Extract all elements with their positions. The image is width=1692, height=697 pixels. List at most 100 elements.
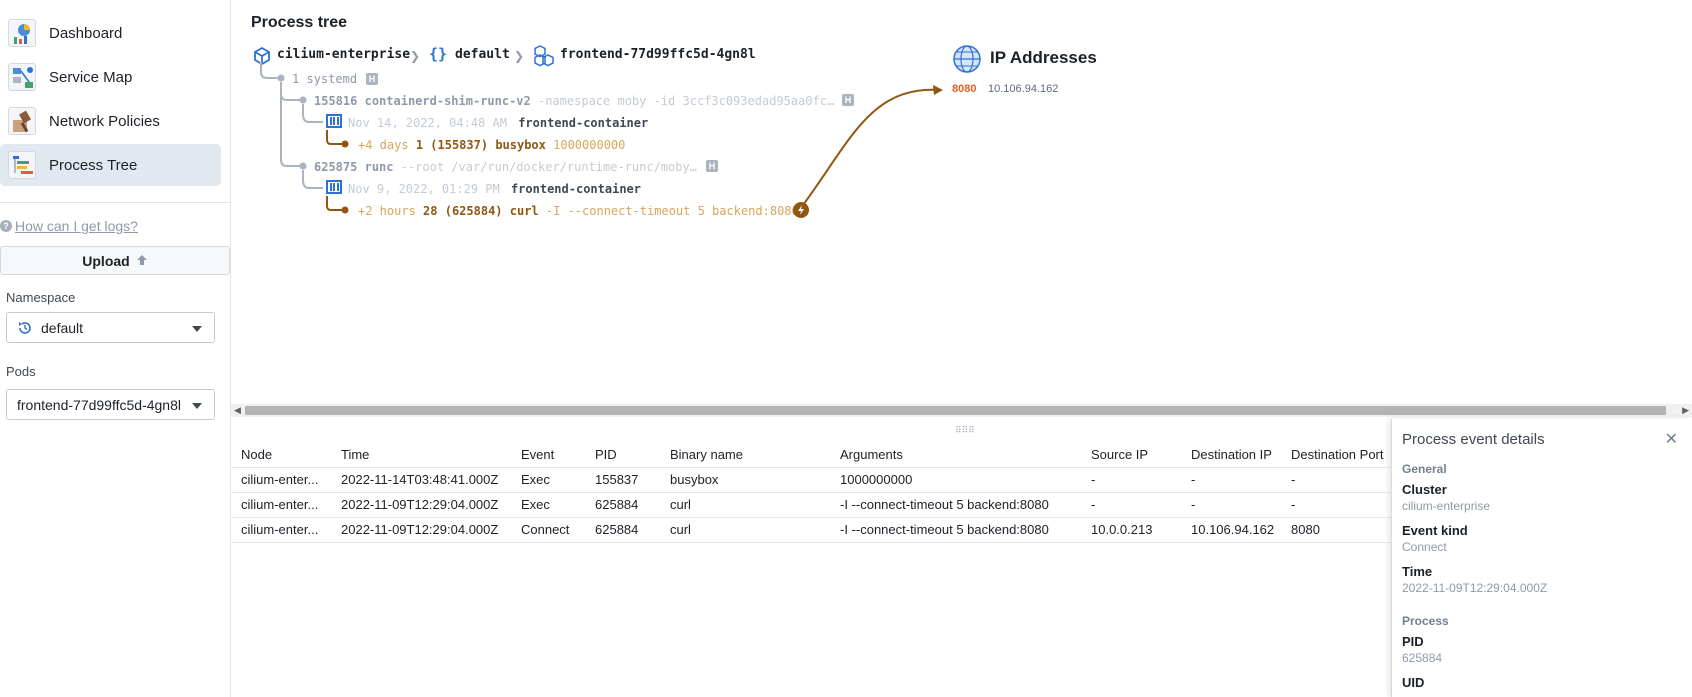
tree-node-exec-curl[interactable]: +2 hours 28 (625884) curl -I --connect-t… [358,204,799,218]
sidebar-divider [0,202,231,203]
namespace-select[interactable]: default [6,312,215,343]
history-icon [17,320,33,336]
h-badge[interactable]: H [366,73,378,85]
upload-button-label: Upload [82,252,130,269]
scrollbar-thumb[interactable] [245,406,1666,415]
cell-time: 2022-11-09T12:29:04.000Z [341,522,499,537]
caret-down-icon [192,326,202,332]
network-policies-icon [8,107,36,135]
row-divider [231,492,1391,493]
binary-name: busybox [495,138,546,152]
scroll-left-icon[interactable]: ◀ [234,405,241,416]
details-key-cluster: Cluster [1402,482,1447,497]
ip-port[interactable]: 8080 [952,83,976,95]
column-header[interactable]: Event [521,447,554,462]
cell-event: Exec [521,472,550,487]
pods-label: Pods [6,364,36,379]
cell-destination-ip: 10.106.94.162 [1191,522,1275,537]
row-divider [231,467,1391,468]
main-area: Process tree cilium-enterprise ❯ {} defa… [231,0,1692,697]
process-args: -namespace moby -id 3ccf3c093edad95aa0fc… [538,94,835,108]
process-name: systemd [306,72,358,86]
column-header[interactable]: Time [341,447,369,462]
relative-time: +2 hours [358,204,416,218]
column-header[interactable]: Source IP [1091,447,1148,462]
cell-binary: curl [670,497,691,512]
column-header[interactable]: Destination Port [1291,447,1384,462]
nav-process-tree[interactable]: Process Tree [0,144,221,186]
dashboard-icon [8,19,36,47]
cell-arguments: 1000000000 [840,472,913,487]
close-icon[interactable]: ✕ [1665,429,1678,449]
scroll-right-icon[interactable]: ▶ [1682,405,1689,416]
cell-destination-port: - [1291,497,1296,512]
uid-label: 28 [423,204,438,218]
container-icon [326,114,342,128]
cell-source-ip: - [1091,472,1096,487]
process-args: 1000000000 [553,138,626,152]
column-header[interactable]: Destination IP [1191,447,1272,462]
pid-label: 625875 [314,160,358,174]
cell-time: 2022-11-14T03:48:41.000Z [341,472,499,487]
nav-service-map[interactable]: Service Map [0,56,221,98]
pid-label: (625884) [444,204,503,218]
namespace-label: Namespace [6,290,76,305]
pods-select[interactable]: frontend-77d99ffc5d-4gn8l [6,389,215,420]
tree-node-systemd[interactable]: 1 systemd [292,72,357,86]
tree-node-container-1[interactable]: Nov 14, 2022, 04:48 AM frontend-containe… [348,116,648,130]
resize-handle-icon[interactable]: ⠿⠿⠿ [955,425,975,436]
cell-destination-port: - [1291,472,1296,487]
tree-node-container-2[interactable]: Nov 9, 2022, 01:29 PM frontend-container [348,182,641,196]
nav-network-policies[interactable]: Network Policies [0,100,221,142]
question-icon: ? [0,220,12,232]
tree-node-runc[interactable]: 625875 runc --root /var/run/docker/runti… [314,160,697,174]
process-event-details-panel: Process event details ✕ General Cluster … [1391,419,1692,697]
column-header[interactable]: Arguments [840,447,903,462]
nav-dashboard[interactable]: Dashboard [0,12,221,54]
cell-pid: 625884 [595,497,639,512]
row-divider [231,542,1391,543]
cell-node: cilium-enter... [241,472,319,487]
process-tree-icon [8,151,36,179]
details-key-event-kind: Event kind [1402,523,1468,538]
process-name: runc [364,160,394,174]
nav-process-tree-label: Process Tree [49,156,138,174]
cell-node: cilium-enter... [241,522,319,537]
details-key-time: Time [1402,564,1433,579]
column-header[interactable]: PID [595,447,617,462]
cell-source-ip: - [1091,497,1096,512]
column-header[interactable]: Binary name [670,447,743,462]
process-args: --root /var/run/docker/runtime-runc/moby… [400,160,697,174]
container-name: frontend-container [510,182,641,196]
pods-select-value: frontend-77d99ffc5d-4gn8l [17,396,181,413]
ip-address[interactable]: 10.106.94.162 [988,83,1058,95]
container-icon [326,180,342,194]
upload-button[interactable]: Upload [0,246,230,275]
namespace-select-value: default [41,319,84,336]
cell-pid: 155837 [595,472,639,487]
h-badge[interactable]: H [706,160,718,172]
cell-arguments: -I --connect-timeout 5 backend:8080 [840,497,1049,512]
row-divider [231,517,1391,518]
relative-time: +4 days [358,138,409,152]
cell-pid: 625884 [595,522,639,537]
column-header[interactable]: Node [241,447,272,462]
cell-destination-ip: - [1191,497,1196,512]
h-badge[interactable]: H [842,94,854,106]
tree-node-containerd-shim[interactable]: 155816 containerd-shim-runc-v2 -namespac… [314,94,834,108]
details-key-uid: UID [1402,675,1425,690]
ip-addresses-title: IP Addresses [990,48,1097,67]
uid-label: 1 [415,138,424,152]
container-time: Nov 9, 2022, 01:29 PM [348,182,500,196]
horizontal-scrollbar[interactable]: ◀ ▶ [231,404,1692,417]
tree-node-exec-busybox[interactable]: +4 days 1 (155837) busybox 1000000000 [358,138,625,152]
process-args: -I --connect-timeout 5 backend:8080 [545,204,799,218]
cell-event: Exec [521,497,550,512]
details-value-pid: 625884 [1402,651,1443,665]
cell-destination-ip: - [1191,472,1196,487]
help-link[interactable]: ? How can I get logs? [0,218,138,234]
service-map-icon [8,63,36,91]
lightning-icon[interactable] [793,202,809,221]
nav-service-map-label: Service Map [49,68,133,86]
upload-arrow-icon [136,253,148,269]
